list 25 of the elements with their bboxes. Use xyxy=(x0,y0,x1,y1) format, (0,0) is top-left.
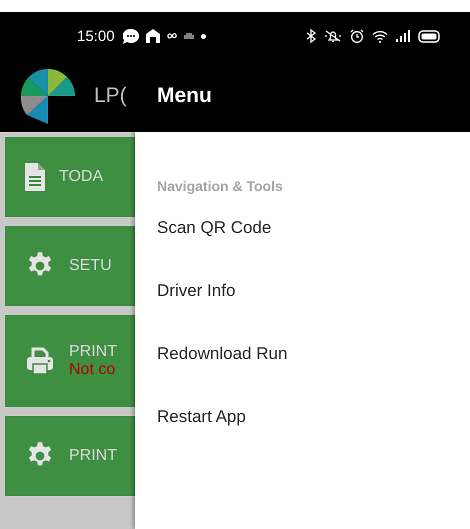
battery-icon xyxy=(418,30,440,42)
printer-icon xyxy=(25,346,55,376)
status-time: 15:00 xyxy=(77,28,115,44)
app-title: LP( xyxy=(94,84,127,108)
card-label: TODA xyxy=(59,168,104,186)
chat-bubble-icon xyxy=(122,28,139,44)
card-label: PRINT xyxy=(69,447,117,465)
app-logo-icon xyxy=(20,68,76,124)
cell-signal-icon xyxy=(396,30,410,42)
alarm-clock-icon xyxy=(350,29,364,43)
card-label: SETU xyxy=(69,257,112,275)
infinity-icon xyxy=(166,33,177,39)
card-label: PRINT xyxy=(69,343,117,361)
dot-icon xyxy=(200,34,206,38)
drawer-menu-item[interactable]: Redownload Run xyxy=(135,344,470,407)
drawer-title: Menu xyxy=(157,84,212,108)
section-heading: Navigation & Tools xyxy=(156,177,284,194)
wifi-icon xyxy=(372,30,388,42)
bluetooth-icon xyxy=(306,29,316,43)
drawer-menu-item[interactable]: Scan QR Code xyxy=(135,218,470,281)
drawer-menu-item[interactable]: Driver Info xyxy=(135,281,470,344)
document-icon xyxy=(25,163,45,191)
drawer-menu-item[interactable]: Restart App xyxy=(135,407,470,470)
muted-bell-icon xyxy=(324,29,342,43)
card-status: Not co xyxy=(69,361,116,379)
